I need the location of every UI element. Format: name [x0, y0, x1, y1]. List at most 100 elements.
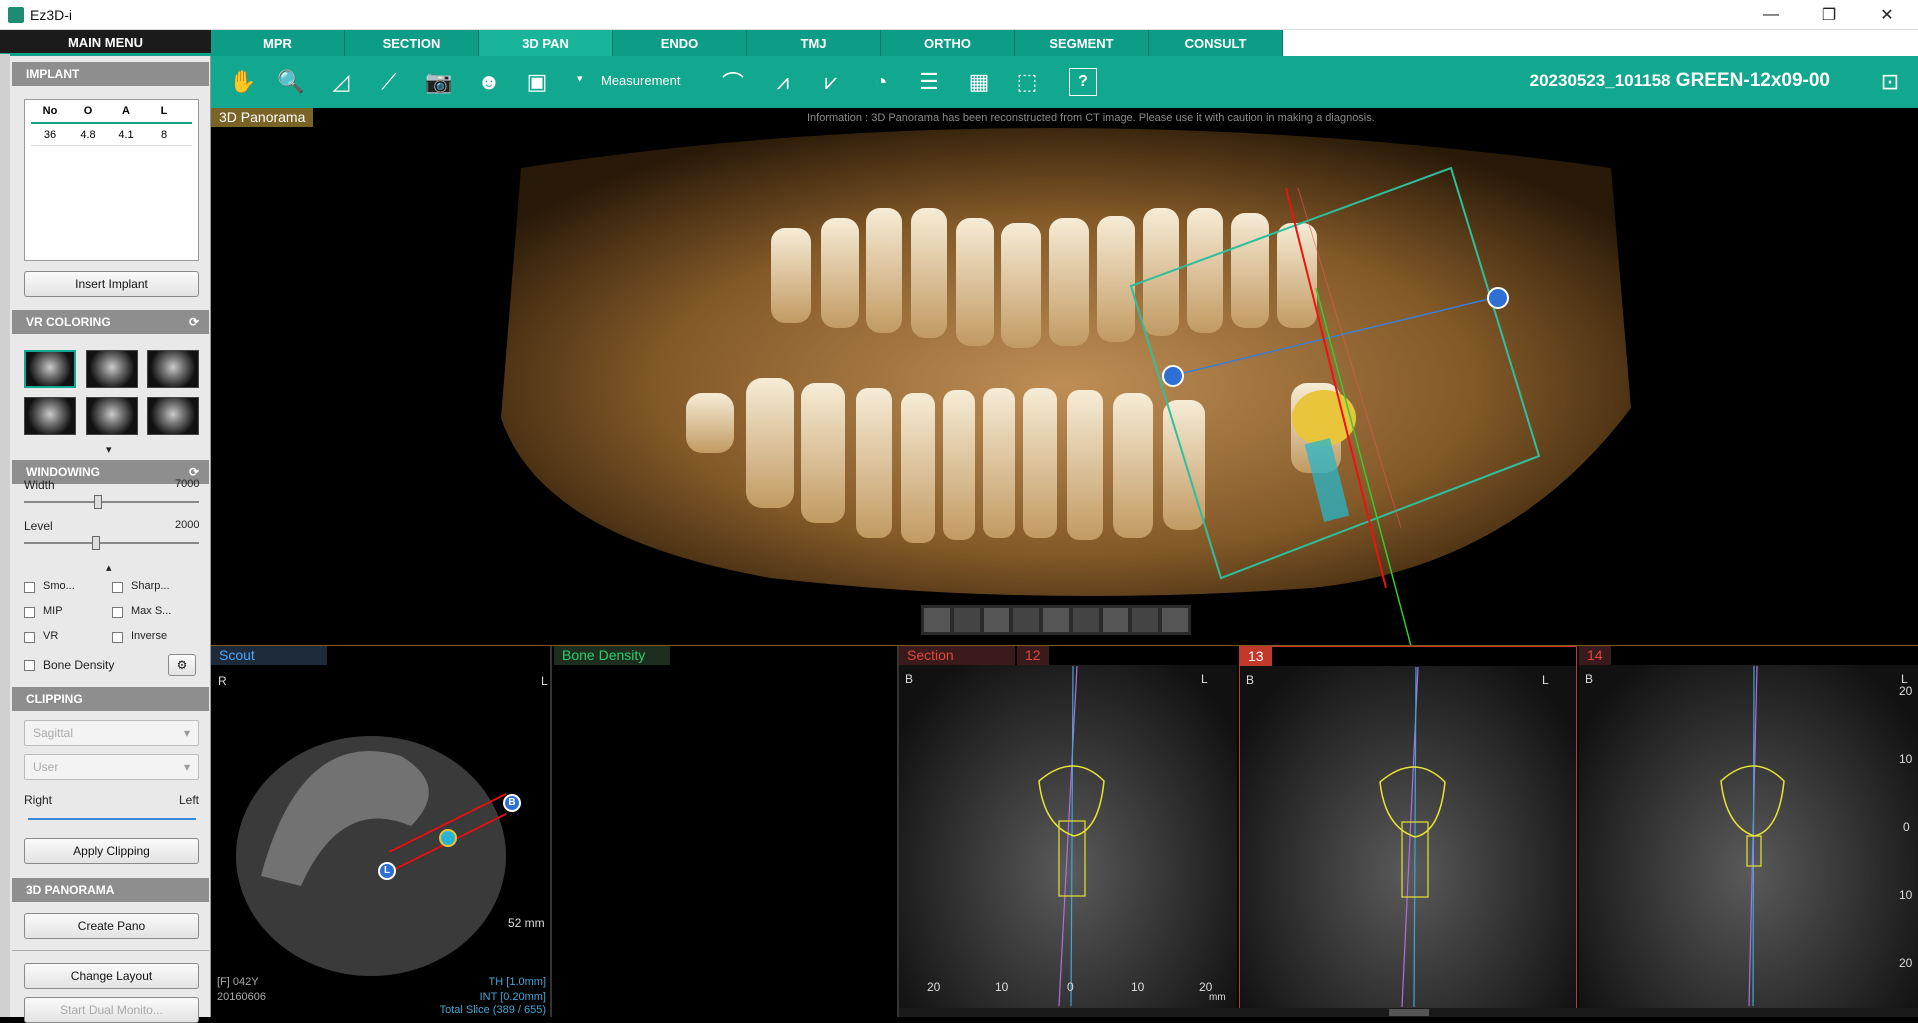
max-s-checkbox[interactable]	[112, 607, 123, 618]
pan-hand-icon[interactable]: ✋	[227, 66, 259, 98]
clipping-mode-select[interactable]: User ▾	[24, 754, 199, 780]
create-pano-button[interactable]: Create Pano	[24, 913, 199, 939]
scout-viewport[interactable]: Scout R L B L 52 mm [F] 042Y 20160606 TH…	[211, 646, 552, 1017]
pano-preset-icon-2[interactable]	[953, 608, 980, 632]
width-value: 7000	[175, 478, 200, 490]
change-layout-button[interactable]: Change Layout	[24, 963, 199, 989]
y-tick-2: 10	[1899, 752, 1913, 766]
pano-preset-icon-3[interactable]	[983, 608, 1010, 632]
layer-icon[interactable]: ☰	[913, 66, 945, 98]
level-slider[interactable]	[24, 536, 199, 550]
chevron-down-icon: ▾	[183, 726, 190, 740]
vr-preset-6[interactable]	[147, 397, 199, 435]
apply-clipping-button[interactable]: Apply Clipping	[24, 838, 199, 864]
section-scrollbar[interactable]	[899, 1008, 1918, 1017]
table-row[interactable]: 36 4.8 4.1 8	[31, 124, 192, 146]
bone-density-label: Bone Density	[43, 658, 115, 672]
pano-preset-icon-4[interactable]	[1013, 608, 1040, 632]
level-value: 2000	[175, 519, 200, 531]
width-label: Width	[24, 478, 55, 492]
rotate-handle-right[interactable]	[1487, 287, 1509, 309]
inverse-label: Inverse	[131, 630, 168, 642]
compass-icon[interactable]: ◔	[865, 66, 897, 98]
scout-total-slice: Total Slice (389 / 655)	[439, 1004, 546, 1016]
zoom-icon[interactable]: 🔍	[275, 66, 307, 98]
pano-preset-icon-8[interactable]	[1132, 608, 1159, 632]
ceph-tracing-icon[interactable]: ⩗	[815, 66, 847, 98]
main-menu-button[interactable]: MAIN MENU	[0, 30, 211, 56]
start-dual-monitor-button[interactable]: Start Dual Monito...	[24, 997, 199, 1023]
tab-tmj[interactable]: TMJ	[747, 30, 881, 56]
clipping-plane-select[interactable]: Sagittal ▾	[24, 720, 199, 746]
x-tick-4: 10	[1131, 980, 1145, 994]
smooth-checkbox[interactable]	[24, 582, 35, 593]
tab-ortho[interactable]: ORTHO	[881, 30, 1015, 56]
help-button[interactable]: ?	[1069, 68, 1097, 96]
measurement-dropdown[interactable]: Measurement	[601, 73, 680, 88]
sharpen-checkbox[interactable]	[112, 582, 123, 593]
vr-preset-5[interactable]	[86, 397, 138, 435]
mip-checkbox[interactable]	[24, 607, 35, 618]
refresh-icon[interactable]: ⟳	[189, 310, 199, 334]
vr-preset-4[interactable]	[24, 397, 76, 435]
minimize-button[interactable]: —	[1748, 0, 1794, 30]
pano-preset-icon-9[interactable]	[1162, 608, 1189, 632]
scout-marker-b[interactable]: B	[503, 794, 521, 812]
patient-id: 20230523_101158	[1529, 71, 1671, 90]
patient-info: 20230523_101158 GREEN-12x09-00	[1530, 70, 1830, 92]
clipping-header: CLIPPING	[12, 687, 209, 711]
section-panel-13[interactable]: 13 B L	[1239, 646, 1577, 1017]
tab-endo[interactable]: ENDO	[613, 30, 747, 56]
windowing-collapse-icon[interactable]: ▴	[106, 561, 112, 574]
insert-implant-button[interactable]: Insert Implant	[24, 271, 199, 297]
grid-icon[interactable]: ▦	[963, 66, 995, 98]
rotate-handle-left[interactable]	[1162, 365, 1184, 387]
clip-range-slider[interactable]	[28, 818, 196, 820]
section-scrollbar-thumb[interactable]	[1389, 1009, 1429, 1016]
restore-button[interactable]: ❐	[1806, 0, 1852, 30]
tab-section[interactable]: SECTION	[345, 30, 479, 56]
capture-camera-icon[interactable]: 📷	[423, 66, 455, 98]
x-tick-1: 20	[927, 980, 941, 994]
pano-preset-icon-6[interactable]	[1072, 608, 1099, 632]
bone-density-viewport[interactable]: Bone Density	[554, 646, 895, 1017]
vr-more-icon[interactable]: ▾	[106, 443, 112, 456]
inverse-checkbox[interactable]	[112, 632, 123, 643]
tab-3d-pan[interactable]: 3D PAN	[479, 30, 613, 56]
report-icon[interactable]: ▣	[521, 66, 553, 98]
section-panel-14[interactable]: 14 B L	[1579, 646, 1918, 1017]
cell-no: 36	[43, 128, 57, 141]
bone-density-checkbox[interactable]	[24, 660, 35, 671]
close-button[interactable]: ✕	[1864, 0, 1910, 30]
x-unit-label: mm	[1209, 992, 1226, 1003]
angle-ruler-icon[interactable]: ◿	[325, 66, 357, 98]
clipping-mode-value: User	[33, 760, 59, 774]
vr-preset-1[interactable]	[24, 350, 76, 388]
screenshot-icon[interactable]: ⊡	[1874, 66, 1906, 98]
patient-view-icon[interactable]: ☻	[473, 66, 505, 98]
width-slider[interactable]	[24, 495, 199, 509]
sharpen-label: Sharp...	[131, 580, 170, 592]
vr-checkbox[interactable]	[24, 632, 35, 643]
scout-marker-l[interactable]: L	[378, 862, 396, 880]
cube-icon[interactable]: ⬚	[1011, 66, 1043, 98]
pano-preset-icon-5[interactable]	[1043, 608, 1069, 632]
arch-measure-icon[interactable]: ⌒	[717, 66, 749, 98]
pano-preset-icon-1[interactable]	[924, 608, 950, 632]
pano-viewport[interactable]: 3D Panorama Information : 3D Panorama ha…	[211, 108, 1918, 646]
width-slider-thumb[interactable]	[94, 495, 102, 509]
section-panel-12[interactable]: 12 B L	[899, 646, 1237, 1017]
level-slider-thumb[interactable]	[92, 536, 100, 550]
vr-preset-3[interactable]	[147, 350, 199, 388]
tab-mpr[interactable]: MPR	[211, 30, 345, 56]
measurement-dropdown-icon[interactable]: ▾	[577, 72, 583, 85]
bone-density-settings-icon[interactable]: ⚙	[168, 654, 196, 676]
tab-consult[interactable]: CONSULT	[1149, 30, 1283, 56]
chevron-down-icon: ▾	[183, 760, 190, 774]
sidebar-scrollbar[interactable]	[0, 54, 10, 1017]
pano-preset-icon-7[interactable]	[1102, 608, 1129, 632]
polyline-icon[interactable]: ⟋	[373, 66, 405, 98]
vr-preset-2[interactable]	[86, 350, 138, 388]
arch-angle-icon[interactable]: ⩘	[767, 66, 799, 98]
tab-segment[interactable]: SEGMENT	[1015, 30, 1149, 56]
